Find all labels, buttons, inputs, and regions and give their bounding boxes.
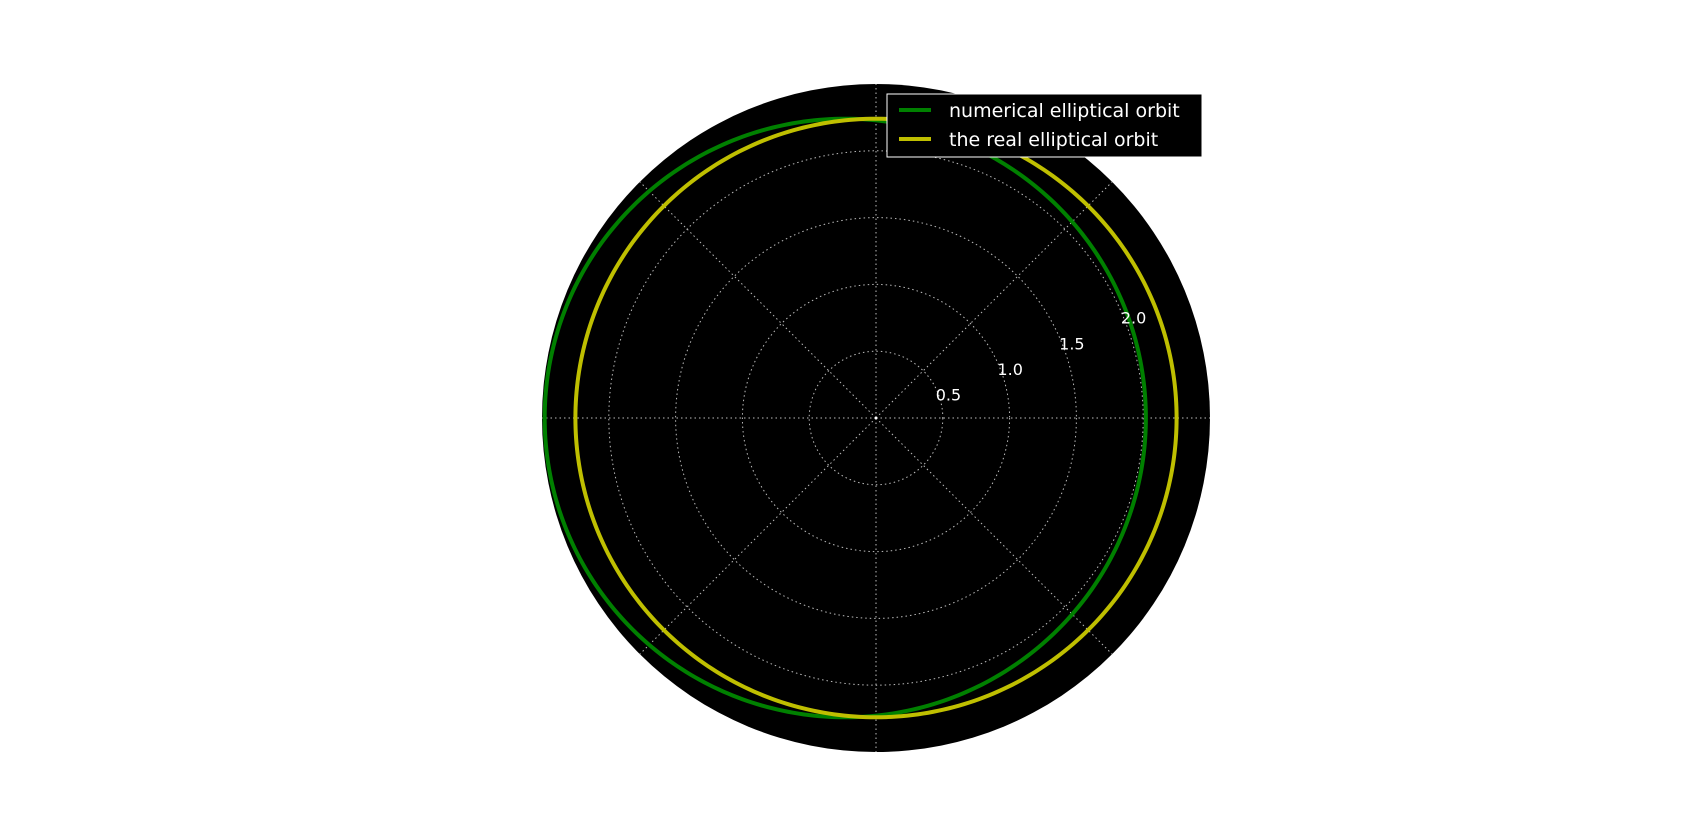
r-tick-label-2: 1.0: [997, 360, 1022, 379]
legend-label-2: the real elliptical orbit: [949, 129, 1158, 151]
r-tick-label-3: 1.5: [1059, 334, 1084, 353]
r-tick-label-4: 2.0: [1121, 309, 1146, 328]
legend: numerical elliptical orbit the real ellip…: [886, 93, 1203, 158]
legend-label-1: numerical elliptical orbit: [949, 100, 1180, 122]
r-tick-label-1: 0.5: [936, 385, 961, 404]
origin-point: [874, 416, 878, 420]
polar-chart: 0.5 1.0 1.5 2.0 numerical elliptical orbit t…: [542, 84, 1210, 752]
